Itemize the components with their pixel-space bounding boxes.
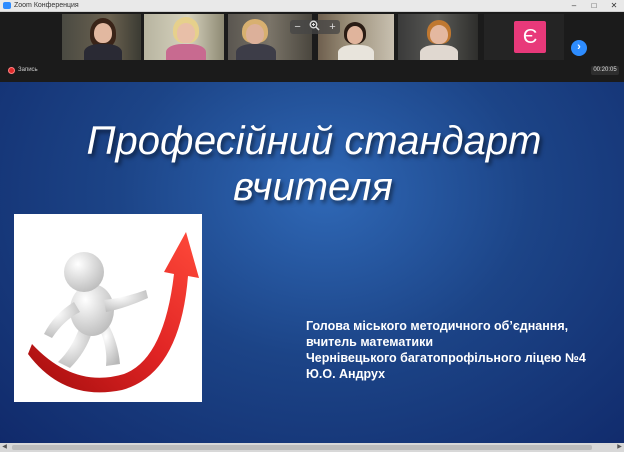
scrollbar-thumb[interactable] (12, 445, 592, 450)
zoom-in-button[interactable]: + (329, 20, 335, 34)
meeting-timer: 00:20:05 (591, 66, 619, 75)
author-line-3: Чернівецького багатопрофільного ліцею №4 (306, 351, 586, 365)
author-line-1: Голова міського методичного об’єднання, (306, 319, 569, 333)
zoom-out-button[interactable]: − (294, 20, 300, 34)
magnifier-icon[interactable] (309, 20, 321, 35)
next-page-arrow-icon[interactable]: › (571, 40, 587, 56)
author-info: Голова міського методичного об’єднання, … (306, 318, 586, 382)
window-title-bar: Zoom Конференция – □ ✕ (0, 0, 624, 12)
horizontal-scrollbar[interactable]: ◀ ▶ (0, 443, 624, 452)
slide-title-line-1: Професійний стандарт (86, 119, 542, 163)
zoom-app-icon (3, 2, 11, 9)
participant-initial-badge: Є (514, 21, 546, 53)
window-title: Zoom Конференция (14, 2, 79, 9)
scroll-right-arrow-icon[interactable]: ▶ (615, 443, 624, 452)
minimize-button[interactable]: – (564, 0, 584, 11)
participant-video-6[interactable]: Є (484, 14, 564, 60)
recording-label[interactable]: Запись (18, 66, 38, 75)
close-button[interactable]: ✕ (604, 0, 624, 11)
author-line-2: вчитель математики (306, 335, 434, 349)
participant-strip: Є − + › (0, 12, 624, 82)
maximize-button[interactable]: □ (584, 0, 604, 11)
scroll-left-arrow-icon[interactable]: ◀ (0, 443, 9, 452)
slide-title-line-2: вчителя (233, 165, 393, 209)
gallery-zoom-control: − + (290, 20, 340, 34)
slide-title: Професійний стандарт вчителя (0, 118, 624, 210)
participant-video-1[interactable] (62, 14, 141, 60)
participant-video-2[interactable] (144, 14, 224, 60)
growth-arrow-illustration (14, 214, 202, 402)
participant-video-5[interactable] (398, 14, 478, 60)
recording-icon (8, 67, 15, 74)
rising-arrow-figure-icon (28, 232, 199, 393)
shared-presentation-slide: Професійний стандарт вчителя Голова місь… (0, 82, 624, 452)
author-line-4: Ю.О. Андрух (306, 367, 386, 381)
